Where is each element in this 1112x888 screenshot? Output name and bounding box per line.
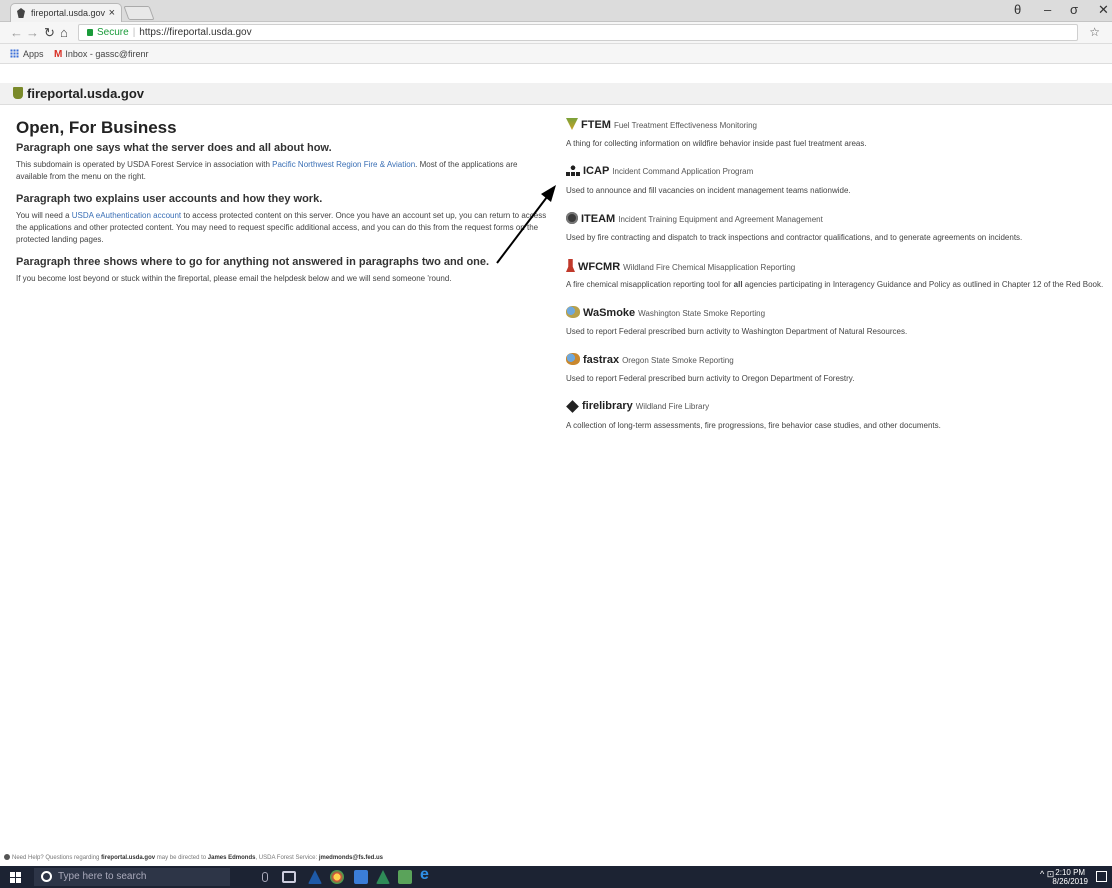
intro-section: Open, For Business Paragraph one says wh… — [16, 118, 551, 285]
help-footer: Need Help? Questions regarding fireporta… — [0, 854, 1112, 865]
paragraph-one-title: Paragraph one says what the server does … — [16, 142, 332, 154]
app-description: Used to report Federal prescribed burn a… — [566, 327, 908, 336]
restore-button[interactable]: σ — [1070, 2, 1078, 17]
ftem-logo-icon — [566, 118, 578, 130]
app-fastrax-link[interactable]: fastrax — [583, 354, 619, 366]
org-chart-icon — [566, 165, 580, 176]
paragraph-three-body: If you become lost beyond or stuck withi… — [16, 274, 452, 283]
usda-shield-icon — [13, 87, 23, 99]
app-wasmoke-link[interactable]: WaSmoke — [583, 307, 635, 319]
lock-icon — [87, 29, 93, 36]
site-title[interactable]: fireportal.usda.gov — [27, 86, 144, 101]
task-view-icon[interactable] — [282, 871, 296, 883]
site-header: fireportal.usda.gov — [0, 83, 1112, 105]
gmail-icon: M — [54, 49, 63, 60]
fastrax-logo-icon — [566, 353, 580, 365]
taskbar-search-placeholder: Type here to search — [58, 871, 147, 882]
clock-time: 2:10 PM — [1055, 868, 1086, 877]
notification-icon[interactable] — [1096, 871, 1107, 882]
app-firelibrary-link[interactable]: firelibrary — [582, 400, 633, 412]
taskbar-clock[interactable]: 2:10 PM 8/26/2019 — [1052, 868, 1088, 886]
close-window-button[interactable]: ✕ — [1098, 2, 1109, 18]
app-full-name: Incident Command Application Program — [612, 167, 754, 176]
address-bar[interactable]: Secure | https://fireportal.usda.gov — [78, 24, 1078, 41]
edge-icon[interactable]: e — [420, 866, 434, 883]
app-ftem-link[interactable]: FTEM — [581, 119, 611, 131]
bookmark-star-icon[interactable]: ☆ — [1089, 25, 1100, 39]
bookmark-inbox[interactable]: M Inbox - gassc@firenr — [54, 49, 149, 60]
profile-icon[interactable]: θ — [1014, 2, 1021, 17]
url-text: https://fireportal.usda.gov — [139, 27, 252, 38]
app-full-name: Oregon State Smoke Reporting — [622, 356, 734, 365]
app-shortcut-icon[interactable] — [354, 870, 368, 884]
app-description: A fire chemical misapplication reporting… — [566, 280, 1104, 289]
app-full-name: Wildland Fire Library — [635, 402, 710, 411]
windows-taskbar: Type here to search e ^ ⊡ 2:10 PM 8/26/2… — [0, 866, 1112, 888]
app-iteam: ITEAM Incident Training Equipment and Agr… — [566, 212, 1096, 259]
app-full-name: Wildland Fire Chemical Misapplication Re… — [623, 263, 796, 272]
chrome-icon[interactable] — [330, 870, 344, 884]
app-icap-link[interactable]: ICAP — [583, 165, 609, 177]
taskbar-search[interactable]: Type here to search — [34, 868, 230, 886]
app-icap: ICAP Incident Command Application Program… — [566, 165, 1096, 212]
app-description: Used to announce and fill vacancies on i… — [566, 186, 851, 195]
tab-close-icon[interactable]: × — [109, 7, 115, 19]
applications-list: FTEM Fuel Treatment Effectiveness Monitor… — [566, 118, 1104, 447]
photo-app-icon[interactable] — [398, 870, 412, 884]
bookmarks-bar: Apps M Inbox - gassc@firenr — [0, 44, 1112, 64]
wfcmr-logo-icon — [566, 259, 575, 272]
microphone-icon[interactable] — [262, 872, 268, 882]
bookmark-apps[interactable]: Apps — [10, 49, 44, 59]
paragraph-two-title: Paragraph two explains user accounts and… — [16, 193, 323, 205]
pnw-fire-aviation-link[interactable]: Pacific Northwest Region Fire & Aviation — [272, 160, 415, 169]
new-tab-button[interactable] — [123, 6, 155, 20]
browser-tab-bar: fireportal.usda.gov × θ – σ ✕ — [0, 0, 1112, 22]
reload-icon[interactable]: ↻ — [44, 25, 55, 41]
tab-title: fireportal.usda.gov — [31, 8, 106, 18]
home-icon[interactable]: ⌂ — [60, 25, 68, 40]
eauth-account-link[interactable]: USDA eAuthentication account — [72, 211, 181, 220]
app-description: Used by fire contracting and dispatch to… — [566, 233, 1023, 242]
app-ftem: FTEM Fuel Treatment Effectiveness Monitor… — [566, 118, 1096, 165]
app-firelibrary: firelibrary Wildland Fire Library A colle… — [566, 400, 1096, 447]
app-description: A collection of long-term assessments, f… — [566, 421, 941, 430]
app-iteam-link[interactable]: ITEAM — [581, 213, 615, 225]
app-description: A thing for collecting information on wi… — [566, 139, 867, 148]
secure-label: Secure — [97, 27, 129, 38]
page-title: Open, For Business — [16, 118, 177, 137]
back-arrow-icon[interactable]: ← — [10, 25, 23, 40]
browser-tab[interactable]: fireportal.usda.gov × — [10, 3, 122, 22]
clock-date: 8/26/2019 — [1052, 877, 1088, 886]
app-full-name: Washington State Smoke Reporting — [638, 309, 766, 318]
app-wfcmr: WFCMR Wildland Fire Chemical Misapplicati… — [566, 259, 1104, 306]
info-icon — [4, 854, 10, 860]
forest-app-icon[interactable] — [308, 870, 322, 884]
paragraph-two-body: You will need a USDA eAuthentication acc… — [16, 211, 547, 244]
diamond-icon — [566, 400, 579, 413]
minimize-button[interactable]: – — [1044, 2, 1051, 17]
browser-toolbar: ← → ↻ ⌂ Secure | https://fireportal.usda.g… — [0, 22, 1112, 44]
iteam-badge-icon — [566, 212, 578, 224]
app-fastrax: fastrax Oregon State Smoke Reporting Used… — [566, 353, 1096, 400]
app-full-name: Fuel Treatment Effectiveness Monitoring — [613, 121, 757, 130]
forward-arrow-icon[interactable]: → — [26, 25, 39, 40]
helpdesk-email-link[interactable]: jmedmonds@fs.fed.us — [319, 855, 383, 861]
paragraph-one-body: This subdomain is operated by USDA Fores… — [16, 160, 518, 181]
app-description: Used to report Federal prescribed burn a… — [566, 374, 855, 383]
wasmoke-logo-icon — [566, 306, 580, 318]
map-app-icon[interactable] — [376, 870, 390, 884]
paragraph-three-title: Paragraph three shows where to go for an… — [16, 256, 490, 268]
site-favicon-icon — [17, 8, 25, 18]
app-wfcmr-link[interactable]: WFCMR — [578, 261, 620, 273]
windows-start-icon[interactable] — [10, 872, 21, 883]
apps-grid-icon — [10, 49, 19, 58]
app-wasmoke: WaSmoke Washington State Smoke Reporting … — [566, 306, 1096, 353]
cortana-icon — [41, 871, 52, 882]
app-full-name: Incident Training Equipment and Agreemen… — [618, 215, 823, 224]
